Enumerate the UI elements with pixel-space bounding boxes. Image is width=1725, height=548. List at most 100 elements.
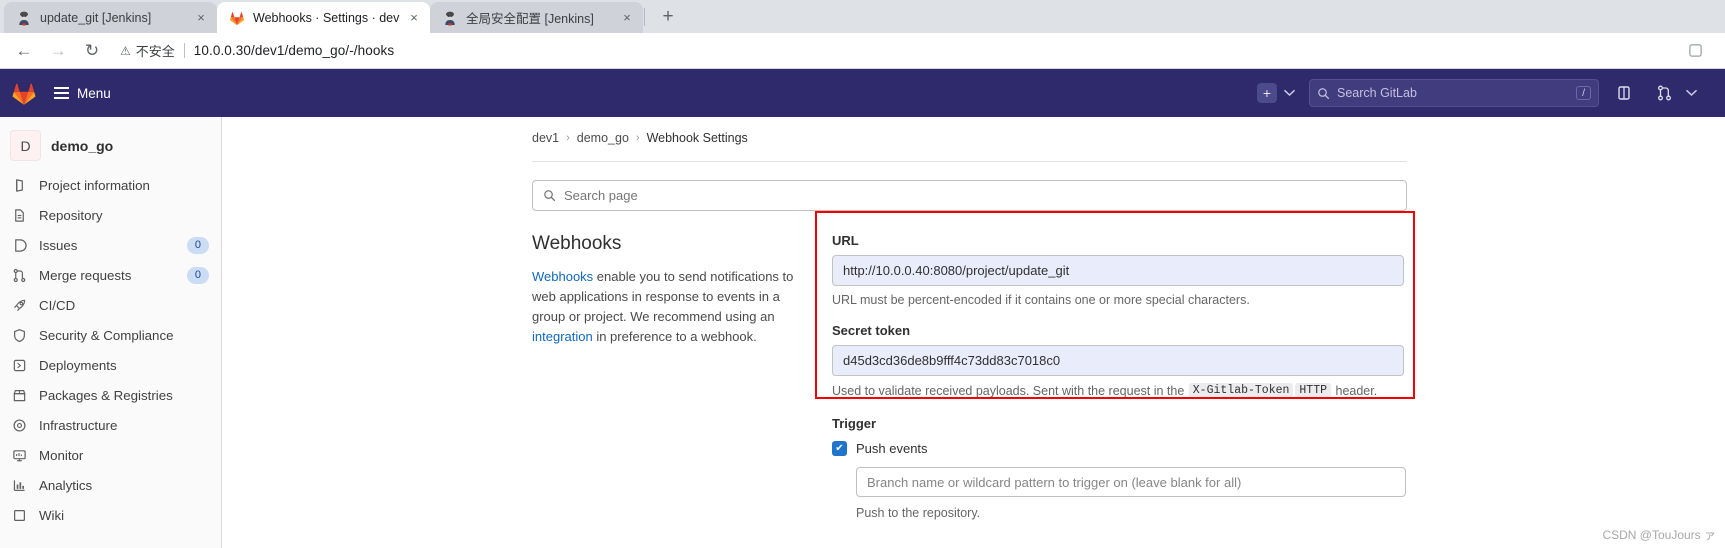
secret-token-field-hint: Used to validate received payloads. Sent… xyxy=(832,383,1412,398)
rocket-icon xyxy=(11,297,28,314)
sidebar-item-badge: 0 xyxy=(186,266,209,284)
sidebar-item-label: Infrastructure xyxy=(39,417,118,433)
secret-token-field-label: Secret token xyxy=(832,323,911,338)
settings-description-column: Webhooks Webhooks enable you to send not… xyxy=(532,233,832,520)
sidebar-item-badge: 0 xyxy=(186,236,209,254)
sidebar-item-label: Security & Compliance xyxy=(39,327,174,343)
infrastructure-icon xyxy=(11,417,28,434)
new-tab-button[interactable]: + xyxy=(654,3,682,31)
deployments-icon xyxy=(11,357,28,374)
push-events-label: Push events xyxy=(856,441,928,456)
sidebar-item-monitor[interactable]: Monitor xyxy=(0,440,221,470)
address-bar-url: 10.0.0.30/dev1/demo_go/-/hooks xyxy=(193,43,395,58)
search-icon xyxy=(1317,87,1330,100)
integration-doc-link[interactable]: integration xyxy=(532,329,593,344)
sidebar-item-wiki[interactable]: Wiki xyxy=(0,500,221,530)
secret-hint-code-http: HTTP xyxy=(1295,383,1332,398)
gitlab-topbar: Menu + Search GitLab / xyxy=(0,69,1725,117)
main-menu-label: Menu xyxy=(77,85,111,101)
branch-pattern-input[interactable]: Branch name or wildcard pattern to trigg… xyxy=(856,467,1406,497)
close-icon[interactable]: × xyxy=(619,10,635,26)
sidebar-item-issues[interactable]: Issues 0 xyxy=(0,230,221,260)
push-events-row[interactable]: ✔ Push events xyxy=(832,441,1412,456)
sidebar-item-security-compliance[interactable]: Security & Compliance xyxy=(0,320,221,350)
url-input-value: http://10.0.0.40:8080/project/update_git xyxy=(843,263,1070,278)
sidebar-item-merge-requests[interactable]: Merge requests 0 xyxy=(0,260,221,290)
sidebar-item-analytics[interactable]: Analytics xyxy=(0,470,221,500)
hamburger-icon xyxy=(54,87,69,99)
search-page-placeholder: Search page xyxy=(564,188,638,203)
reload-icon[interactable]: ↻ xyxy=(78,37,106,65)
search-page-input[interactable]: Search page xyxy=(532,180,1407,211)
sidebar-item-label: Project information xyxy=(39,177,150,193)
sidebar-item-label: Repository xyxy=(39,207,103,223)
sidebar-item-infrastructure[interactable]: Infrastructure xyxy=(0,410,221,440)
secret-hint-before: Used to validate received payloads. Sent… xyxy=(832,383,1185,398)
main-menu-button[interactable]: Menu xyxy=(46,80,119,107)
forward-icon[interactable]: → xyxy=(44,37,72,65)
browser-tab-title: 全局安全配置 [Jenkins] xyxy=(466,12,594,26)
url-field-hint: URL must be percent-encoded if it contai… xyxy=(832,293,1250,307)
chevron-down-icon[interactable] xyxy=(1284,89,1295,97)
issues-shortcut-icon[interactable] xyxy=(1609,78,1639,108)
sidebar-item-ci-cd[interactable]: CI/CD xyxy=(0,290,221,320)
push-events-checkbox[interactable]: ✔ xyxy=(832,441,847,456)
merge-requests-icon xyxy=(11,267,28,284)
sidebar-item-label: CI/CD xyxy=(39,297,76,313)
webhooks-doc-link[interactable]: Webhooks xyxy=(532,269,593,284)
secret-hint-after: header. xyxy=(1335,383,1378,398)
sidebar-item-label: Deployments xyxy=(39,357,117,373)
breadcrumb-current-page: Webhook Settings xyxy=(646,131,748,145)
repository-icon xyxy=(11,207,28,224)
section-description-part-2: in preference to a webhook. xyxy=(592,329,757,345)
url-field-label: URL xyxy=(832,233,859,248)
breadcrumb-separator: › xyxy=(566,132,570,144)
project-sidebar: D demo_go Project information Repository… xyxy=(0,117,222,548)
sidebar-item-label: Packages & Registries xyxy=(39,387,173,403)
create-new-button[interactable]: + xyxy=(1257,83,1277,103)
monitor-icon xyxy=(11,447,28,464)
url-input[interactable]: http://10.0.0.40:8080/project/update_git xyxy=(832,255,1404,286)
browser-tabstrip: update_git [Jenkins] × Webhooks · Settin… xyxy=(0,0,1725,33)
sidebar-item-packages-registries[interactable]: Packages & Registries xyxy=(0,380,221,410)
trigger-title: Trigger xyxy=(832,416,877,431)
extension-icon[interactable] xyxy=(1681,37,1709,65)
project-info-icon xyxy=(11,177,28,194)
browser-tab-2-active[interactable]: Webhooks · Settings · dev1 / d × xyxy=(217,2,430,33)
breadcrumb-group[interactable]: dev1 xyxy=(532,131,559,145)
sidebar-project-header[interactable]: D demo_go xyxy=(0,123,221,170)
omnibox-divider xyxy=(183,43,185,58)
analytics-icon xyxy=(11,477,28,494)
breadcrumb-project[interactable]: demo_go xyxy=(577,131,629,145)
secret-token-input[interactable]: d45d3cd36de8b9fff4c73dd83c7018c0 xyxy=(832,345,1404,376)
search-placeholder: Search GitLab xyxy=(1337,86,1417,100)
browser-tab-1[interactable]: update_git [Jenkins] × xyxy=(4,2,217,33)
wiki-icon xyxy=(11,507,28,524)
search-icon xyxy=(543,189,556,202)
issues-icon xyxy=(11,237,28,254)
toolbar-right-icons xyxy=(1681,37,1715,65)
main-content: dev1 › demo_go › Webhook Settings Search… xyxy=(222,117,1725,548)
user-menu-chevron-icon[interactable] xyxy=(1686,89,1697,97)
browser-tab-3[interactable]: 全局安全配置 [Jenkins] × xyxy=(430,2,643,33)
gitlab-logo-icon[interactable] xyxy=(8,77,40,109)
browser-toolbar: ← → ↻ ⚠ 不安全 10.0.0.30/dev1/demo_go/-/hoo… xyxy=(0,33,1725,69)
sidebar-item-project-information[interactable]: Project information xyxy=(0,170,221,200)
sidebar-item-deployments[interactable]: Deployments xyxy=(0,350,221,380)
sidebar-item-label: Analytics xyxy=(39,477,93,493)
page-title: Webhooks xyxy=(532,233,622,254)
sidebar-item-repository[interactable]: Repository xyxy=(0,200,221,230)
merge-requests-shortcut-icon[interactable] xyxy=(1649,78,1679,108)
search-input[interactable]: Search GitLab / xyxy=(1309,79,1599,107)
address-bar[interactable]: ⚠ 不安全 10.0.0.30/dev1/demo_go/-/hooks xyxy=(120,38,1681,64)
back-icon[interactable]: ← xyxy=(10,37,38,65)
secret-hint-code-header-name: X-Gitlab-Token xyxy=(1188,383,1294,398)
sidebar-item-label: Monitor xyxy=(39,447,84,463)
close-icon[interactable]: × xyxy=(193,10,209,26)
settings-section: Webhooks Webhooks enable you to send not… xyxy=(532,211,1415,520)
watermark: CSDN @TouJours ァ xyxy=(1602,528,1716,542)
breadcrumb-divider xyxy=(532,161,1407,162)
sidebar-item-label: Wiki xyxy=(39,507,65,523)
sidebar-item-label: Issues xyxy=(39,237,78,253)
close-icon[interactable]: × xyxy=(406,10,422,26)
